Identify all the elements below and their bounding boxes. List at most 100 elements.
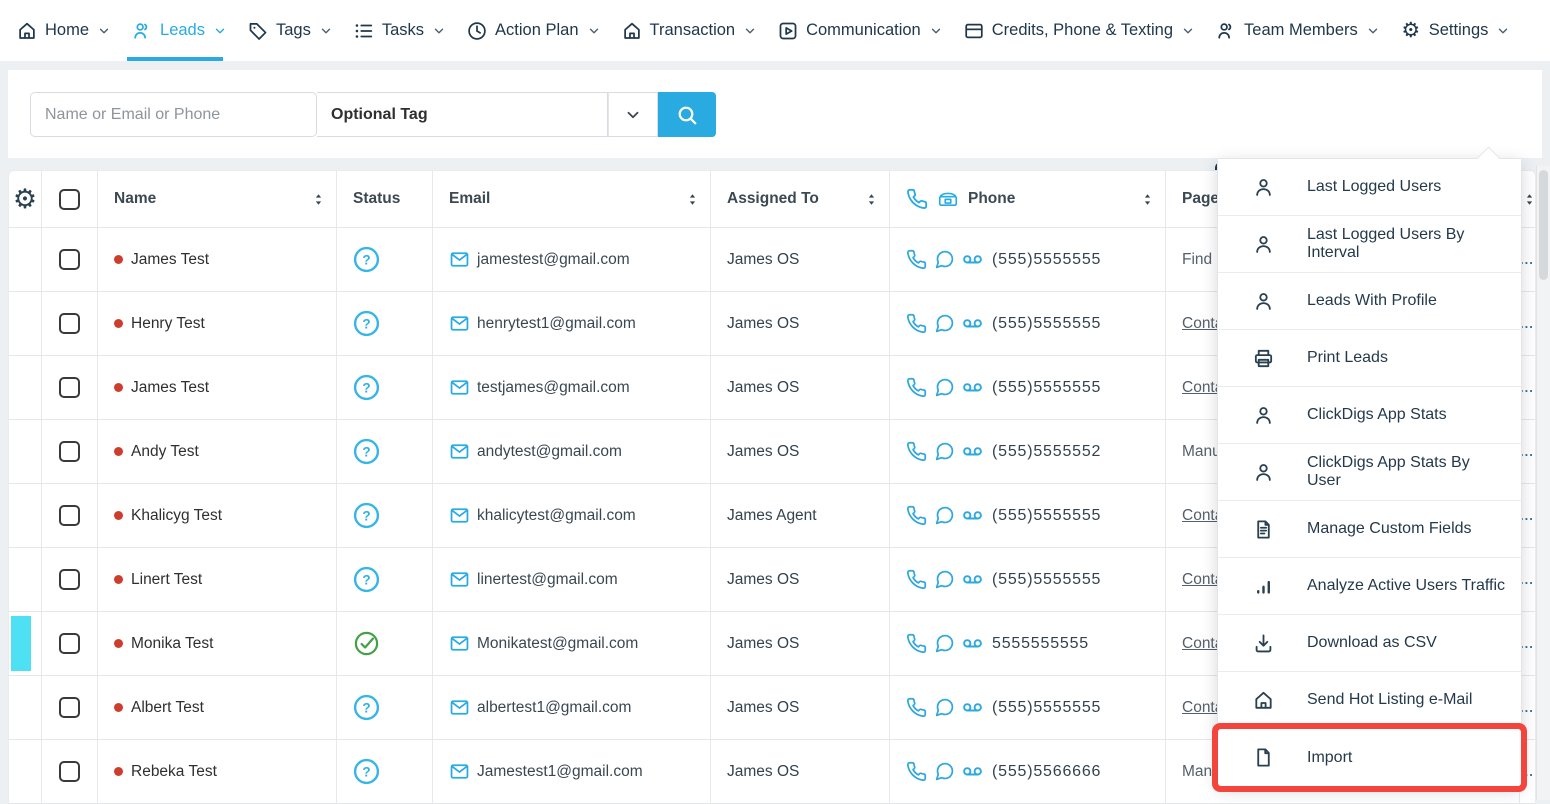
voicemail-icon[interactable] [962, 633, 983, 654]
sms-chat-icon[interactable] [934, 441, 955, 462]
phone-call-icon[interactable] [906, 505, 927, 526]
action-menu-item[interactable]: Analyze Active Users Traffic [1218, 558, 1521, 615]
status-unknown-icon[interactable]: ? [353, 502, 380, 529]
gear-icon[interactable]: ⚙ [13, 186, 37, 213]
phone-call-icon[interactable] [906, 313, 927, 334]
chevron-down-icon[interactable] [1496, 24, 1510, 38]
row-checkbox[interactable] [59, 569, 80, 590]
email-cell[interactable]: andytest@gmail.com [432, 420, 710, 483]
phone-call-icon[interactable] [906, 377, 927, 398]
phone-call-icon[interactable] [906, 441, 927, 462]
action-menu-item[interactable]: Print Leads [1218, 330, 1521, 387]
email-cell[interactable]: albertest1@gmail.com [432, 676, 710, 739]
sms-chat-icon[interactable] [934, 377, 955, 398]
row-checkbox[interactable] [59, 441, 80, 462]
chevron-down-icon[interactable] [432, 24, 446, 38]
phone-call-icon[interactable] [906, 249, 927, 270]
tag-input[interactable] [317, 92, 608, 137]
voicemail-icon[interactable] [962, 377, 983, 398]
voicemail-icon[interactable] [962, 761, 983, 782]
row-checkbox[interactable] [59, 761, 80, 782]
sort-icon[interactable] [1522, 192, 1535, 207]
row-checkbox[interactable] [59, 377, 80, 398]
phone-call-icon[interactable] [906, 761, 927, 782]
nav-item[interactable]: ⚙ Settings [1390, 0, 1521, 61]
action-menu-item[interactable]: Manage Custom Fields [1218, 501, 1521, 558]
search-button[interactable] [658, 92, 716, 137]
status-unknown-icon[interactable]: ? [353, 758, 380, 785]
nav-item[interactable]: Team Members [1205, 0, 1390, 61]
row-checkbox[interactable] [59, 313, 80, 334]
name-cell[interactable]: Linert Test [97, 548, 336, 611]
action-menu-item[interactable]: ClickDigs App Stats [1218, 387, 1521, 444]
sort-icon[interactable] [864, 192, 879, 207]
sms-chat-icon[interactable] [934, 569, 955, 590]
status-unknown-icon[interactable]: ? [353, 246, 380, 273]
action-menu-item[interactable]: Download as CSV [1218, 615, 1521, 672]
voicemail-icon[interactable] [962, 441, 983, 462]
status-unknown-icon[interactable]: ? [353, 310, 380, 337]
name-cell[interactable]: James Test [97, 356, 336, 419]
name-cell[interactable]: James Test [97, 228, 336, 291]
sms-chat-icon[interactable] [934, 633, 955, 654]
action-menu-item[interactable]: Leads With Profile [1218, 273, 1521, 330]
action-menu-item[interactable]: Last Logged Users By Interval [1218, 216, 1521, 273]
chevron-down-icon[interactable] [587, 24, 601, 38]
nav-item[interactable]: Tags [237, 0, 343, 61]
voicemail-icon[interactable] [962, 569, 983, 590]
phone-call-icon[interactable] [906, 569, 927, 590]
action-menu-item[interactable]: Import [1218, 729, 1521, 786]
search-input[interactable] [30, 92, 317, 137]
row-checkbox[interactable] [59, 505, 80, 526]
voicemail-icon[interactable] [962, 249, 983, 270]
nav-item[interactable]: Credits, Phone & Texting [953, 0, 1205, 61]
nav-item[interactable]: Action Plan [456, 0, 610, 61]
sms-chat-icon[interactable] [934, 313, 955, 334]
scrollbar-thumb[interactable] [1539, 170, 1548, 280]
select-all-checkbox[interactable] [59, 189, 80, 210]
chevron-down-icon[interactable] [97, 24, 111, 38]
status-unknown-icon[interactable]: ? [353, 694, 380, 721]
nav-item[interactable]: Leads [121, 0, 237, 61]
voicemail-icon[interactable] [962, 505, 983, 526]
email-cell[interactable]: linertest@gmail.com [432, 548, 710, 611]
email-cell[interactable]: Jamestest1@gmail.com [432, 740, 710, 803]
chevron-down-icon[interactable] [929, 24, 943, 38]
email-cell[interactable]: testjames@gmail.com [432, 356, 710, 419]
sort-icon[interactable] [685, 192, 700, 207]
row-checkbox[interactable] [59, 249, 80, 270]
voicemail-icon[interactable] [962, 313, 983, 334]
name-cell[interactable]: Henry Test [97, 292, 336, 355]
chevron-down-icon[interactable] [1366, 24, 1380, 38]
chevron-down-icon[interactable] [743, 24, 757, 38]
tag-dropdown-toggle[interactable] [608, 92, 658, 137]
row-checkbox[interactable] [59, 633, 80, 654]
nav-item[interactable]: Home [6, 0, 121, 61]
name-cell[interactable]: Monika Test [97, 612, 336, 675]
chevron-down-icon[interactable] [213, 24, 227, 38]
status-unknown-icon[interactable]: ? [353, 438, 380, 465]
email-cell[interactable]: henrytest1@gmail.com [432, 292, 710, 355]
sms-chat-icon[interactable] [934, 697, 955, 718]
status-unknown-icon[interactable]: ? [353, 374, 380, 401]
sms-chat-icon[interactable] [934, 761, 955, 782]
voicemail-icon[interactable] [962, 697, 983, 718]
sms-chat-icon[interactable] [934, 249, 955, 270]
sort-icon[interactable] [311, 192, 326, 207]
sms-chat-icon[interactable] [934, 505, 955, 526]
name-cell[interactable]: Rebeka Test [97, 740, 336, 803]
email-cell[interactable]: jamestest@gmail.com [432, 228, 710, 291]
phone-call-icon[interactable] [906, 633, 927, 654]
action-menu-item[interactable]: ClickDigs App Stats By User [1218, 444, 1521, 501]
chevron-down-icon[interactable] [319, 24, 333, 38]
status-confirmed-icon[interactable] [353, 630, 380, 657]
name-cell[interactable]: Khalicyg Test [97, 484, 336, 547]
nav-item[interactable]: Transaction [611, 0, 768, 61]
row-checkbox[interactable] [59, 697, 80, 718]
nav-item[interactable]: Communication [767, 0, 953, 61]
sort-icon[interactable] [1140, 192, 1155, 207]
name-cell[interactable]: Andy Test [97, 420, 336, 483]
chevron-down-icon[interactable] [1181, 24, 1195, 38]
email-cell[interactable]: khalicytest@gmail.com [432, 484, 710, 547]
name-cell[interactable]: Albert Test [97, 676, 336, 739]
